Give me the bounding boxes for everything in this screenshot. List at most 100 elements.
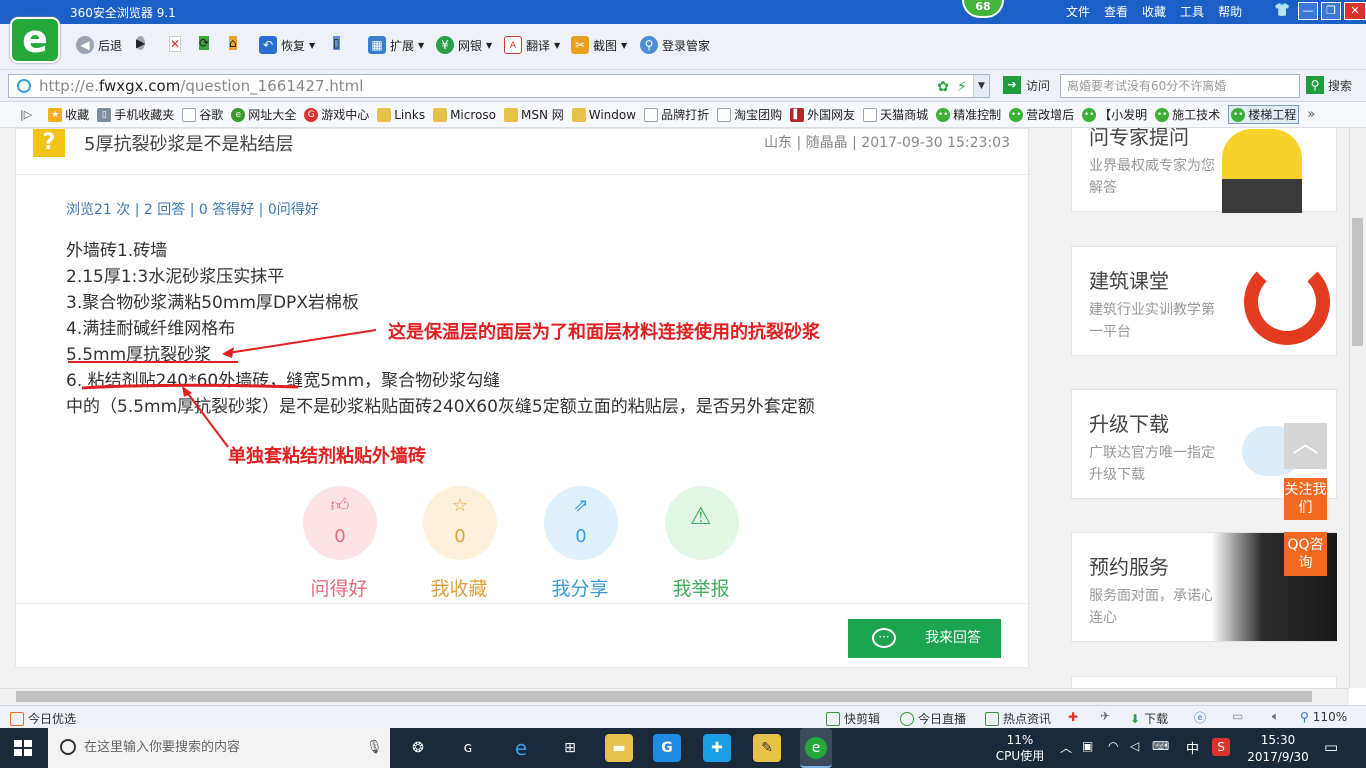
browser-logo[interactable]: e [10,17,60,63]
ime-mode[interactable]: 中 [1186,738,1199,757]
menu-view[interactable]: 查看 [1104,3,1128,20]
bookmark-msn[interactable]: MSN 网 [503,106,564,123]
medical-icon[interactable]: ✚ [1068,710,1078,724]
speaker-icon[interactable]: ◁ [1130,739,1139,753]
horizontal-scroll-thumb[interactable] [16,691,1312,702]
microphone-icon[interactable]: 🎙︎ [366,728,383,768]
bookmark-wechat-5[interactable]: •• 楼梯工程 [1228,105,1300,124]
download-button[interactable]: ⬇ 下载 [1130,710,1168,727]
bookmark-microsoft[interactable]: Microso [433,107,496,122]
app-plus-icon[interactable]: ✚ [703,734,731,762]
follow-us-button[interactable]: 关注我们 [1284,478,1327,520]
clock[interactable]: 15:30 2017/9/30 [1238,732,1318,766]
bookmark-wechat-4[interactable]: •• 施工技术 [1155,106,1220,123]
search-button[interactable]: ⚲ 搜索 [1306,76,1352,94]
visit-button[interactable]: ➜ 访问 [1003,76,1050,94]
bookmark-taobao[interactable]: 淘宝团购 [717,106,782,123]
back-to-top-button[interactable]: ︿ [1284,423,1327,469]
minimize-button[interactable]: — [1298,2,1318,20]
volume-icon[interactable]: 🔈︎ [1272,709,1279,724]
task-view-icon[interactable]: ❂ [404,734,432,762]
browser-swirl-icon[interactable]: ɢ [454,734,482,762]
live-button[interactable]: 今日直播 [900,710,966,727]
windows-start-icon[interactable] [14,740,32,756]
search-input[interactable]: 离婚要考试没有60分不许离婚 [1060,74,1300,98]
url-input[interactable]: http://e.fwxgx.com/question_1661427.html… [8,74,990,98]
login-button[interactable]: ⚲ 登录管家 [640,36,710,54]
notes-icon[interactable]: ✎ [753,734,781,762]
bookmark-wechat-2[interactable]: •• 营改增后 [1009,106,1074,123]
home-button[interactable]: ⌂ [229,36,237,50]
restore-tab-button[interactable]: ↶ 恢复 ▼ [259,36,315,54]
notification-center-icon[interactable]: ▭ [1324,738,1338,756]
keyboard-icon[interactable]: ⌨ [1152,739,1169,753]
extend-button[interactable]: ▦ 扩展 ▼ [368,36,424,54]
favorite-button[interactable]: ☆ 0 [423,486,497,560]
news-button[interactable]: 热点资讯 [985,710,1051,727]
bookmark-wechat-3[interactable]: •• 【小发明 [1082,106,1147,123]
stop-button[interactable]: ✕ [169,36,182,52]
screenshot-button[interactable]: ✂ 截图 ▼ [571,36,627,54]
menu-favorites[interactable]: 收藏 [1142,3,1166,20]
edge-icon[interactable]: e [507,734,535,762]
close-window-button[interactable]: ✕ [1344,2,1366,20]
menu-help[interactable]: 帮助 [1218,3,1242,20]
back-button[interactable]: ◀ 后退 [76,36,122,54]
share-button[interactable]: ⇗ 0 [544,486,618,560]
translate-button[interactable]: A 翻译 ▼ [504,36,560,54]
refresh-button[interactable]: ⟳ [199,36,210,50]
sidebar-card-expert[interactable]: 问专家提问 业界最权威专家为您解答 [1071,128,1337,213]
forward-button[interactable]: ▶ [136,36,146,50]
zoom-level[interactable]: ⚲ 110% [1300,710,1347,724]
clip-button[interactable]: 快剪辑 [826,710,880,727]
ie-icon[interactable]: ⓔ [1194,709,1206,726]
bookmark-foreign[interactable]: ▌ 外国网友 [790,106,855,123]
device-icon[interactable]: ▣ [1082,739,1093,753]
bank-button[interactable]: ¥ 网银 ▼ [436,36,492,54]
store-icon[interactable]: ⊞ [556,734,584,762]
shirt-icon[interactable]: 👕 [1274,3,1290,18]
taskbar-360-browser[interactable]: e [800,728,832,768]
menu-file[interactable]: 文件 [1066,3,1090,20]
sidebar-card-classroom[interactable]: 建筑课堂 建筑行业实训教学第一平台 [1071,246,1337,356]
taskbar-search-input[interactable]: 在这里输入你要搜索的内容 🎙︎ [48,728,390,768]
file-explorer-icon[interactable]: ▬ [605,734,633,762]
favorite-label[interactable]: 我收藏 [409,574,509,601]
bookmark-google[interactable]: 谷歌 [182,106,223,123]
vertical-scroll-thumb[interactable] [1352,218,1363,346]
cpu-usage[interactable]: 11% CPU使用 [990,732,1050,764]
share-label[interactable]: 我分享 [530,574,630,601]
bookmark-mobile[interactable]: ▯ 手机收藏夹 [97,106,174,123]
bookmark-links[interactable]: Links [377,107,425,122]
menu-tools[interactable]: 工具 [1180,3,1204,20]
bookmark-games[interactable]: G 游戏中心 [304,106,369,123]
like-button[interactable]: 👍︎ 0 [303,486,377,560]
sidebar-toggle-icon[interactable]: |▷ [20,108,32,121]
url-dropdown-icon[interactable]: ▼ [973,75,989,97]
window-icon[interactable]: ▭ [1232,709,1243,723]
notification-badge[interactable]: 68 [962,0,1004,18]
report-button[interactable]: ⚠ [665,486,739,560]
undo-icon: ↶ [259,36,277,54]
bookmark-windows[interactable]: Window [571,107,636,122]
today-picks[interactable]: 今日优选 [10,710,76,727]
chevron-up-icon[interactable]: ︿ [1060,739,1072,756]
browser-g-icon[interactable]: G [653,734,681,762]
lightning-icon[interactable]: ⚡ [957,76,967,98]
like-label[interactable]: 问得好 [289,574,389,601]
phone-icon[interactable]: ▯ [333,36,340,50]
more-bookmarks-icon[interactable]: » [1307,107,1315,122]
wifi-icon[interactable]: ◠ [1108,739,1118,753]
answer-button[interactable]: ··· 我来回答 [848,619,1001,658]
bookmark-brand[interactable]: 品牌打折 [644,106,709,123]
sogou-ime-icon[interactable]: S [1212,738,1230,756]
qq-consult-button[interactable]: QQ咨询 [1284,532,1327,576]
bookmark-tmall[interactable]: 天猫商城 [863,106,928,123]
report-label[interactable]: 我举报 [651,574,751,601]
bookmark-sites[interactable]: e 网址大全 [231,106,296,123]
bookmark-wechat-1[interactable]: •• 精准控制 [936,106,1001,123]
bookmark-favorites[interactable]: ★ 收藏 [48,106,89,123]
pin-icon[interactable]: ✈ [1100,709,1110,723]
restore-button[interactable]: ❐ [1321,2,1341,20]
vertical-scrollbar[interactable] [1349,128,1366,688]
